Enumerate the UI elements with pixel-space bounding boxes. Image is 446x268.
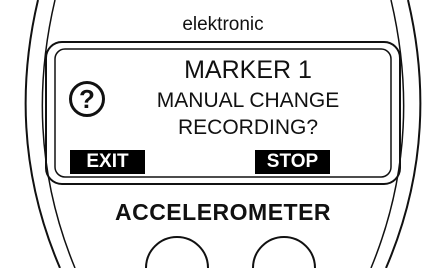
- right-hardware-button[interactable]: [252, 236, 316, 268]
- question-mark-icon: ?: [69, 81, 105, 117]
- housing-inner-left-arc: [41, 0, 76, 268]
- exit-softkey[interactable]: EXIT: [70, 150, 145, 174]
- screen-message-line2: RECORDING?: [177, 116, 319, 139]
- brand-label: elektronic: [182, 14, 264, 35]
- left-hardware-button[interactable]: [145, 236, 209, 268]
- screen-message-line1: MANUAL CHANGE: [156, 89, 340, 112]
- screen-title: MARKER 1: [184, 56, 312, 84]
- device-name-label: ACCELEROMETER: [114, 199, 332, 225]
- stop-softkey[interactable]: STOP: [255, 150, 330, 174]
